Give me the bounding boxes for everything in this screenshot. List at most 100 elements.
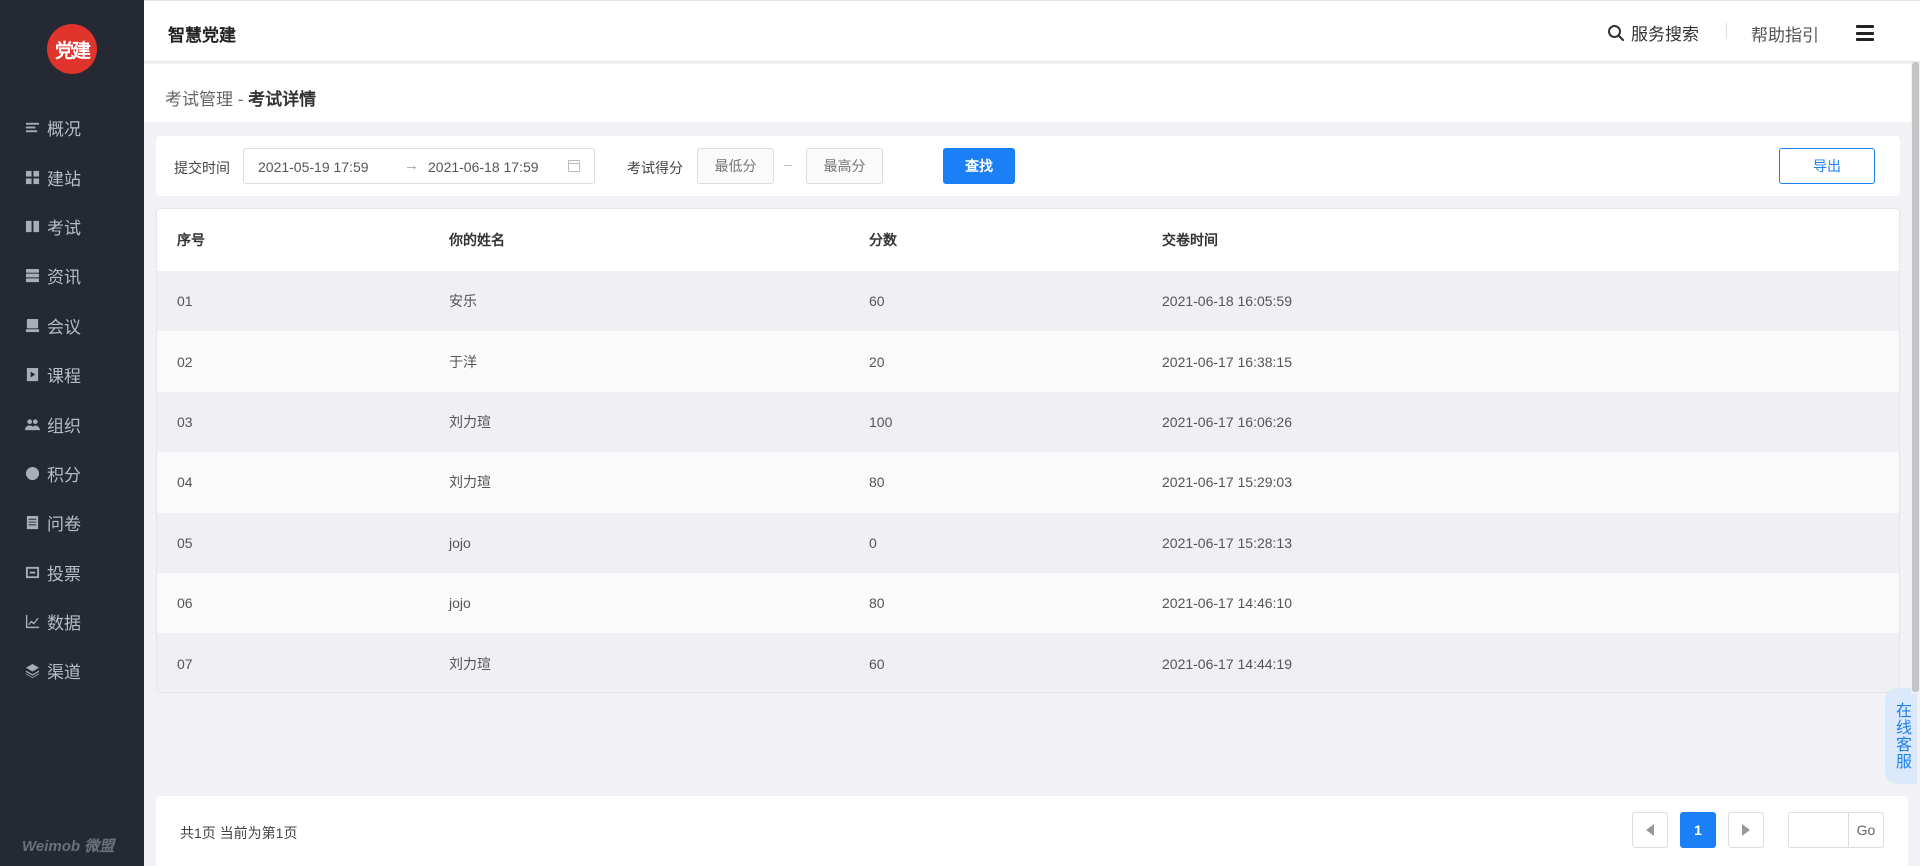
table-row: 03 刘力瑄 100 2021-06-17 16:06:26 [157,391,1899,453]
page-scrollbar[interactable] [1911,62,1920,694]
max-score-input[interactable] [806,148,883,184]
export-button[interactable]: 导出 [1779,148,1875,184]
play-icon [26,368,39,382]
cell-submit-time: 2021-06-18 16:05:59 [1162,293,1292,310]
date-end[interactable]: 2021-06-18 17:59 [428,159,539,175]
people-icon [25,418,40,430]
prev-page-button[interactable] [1632,812,1668,848]
sidebar-item-meeting[interactable]: 会议 [0,301,144,350]
sidebar-item-label: 问卷 [47,515,81,535]
sidebar-item-course[interactable]: 课程 [0,350,144,399]
layers-icon [25,664,40,679]
sidebar-item-data[interactable]: 数据 [0,597,144,646]
menu-icon[interactable] [1856,25,1874,41]
service-search-label: 服务搜索 [1631,25,1699,44]
sidebar-item-exam[interactable]: 考试 [0,202,144,251]
sidebar-item-label: 渠道 [47,663,81,683]
help-guide-link[interactable]: 帮助指引 [1751,21,1819,46]
breadcrumb-separator: - [233,90,249,109]
page-button-current[interactable]: 1 [1680,812,1716,848]
min-score-input[interactable] [697,148,774,184]
party-logo[interactable]: 党建 [47,24,97,74]
table-row: 02 于洋 20 2021-06-17 16:38:15 [157,331,1899,392]
cell-submit-time: 2021-06-17 15:29:03 [1162,474,1292,491]
scrollbar-thumb[interactable] [1912,62,1919,692]
goto-page-input[interactable] [1789,813,1849,847]
chart-icon [25,615,40,629]
coin-icon [25,466,40,480]
app-title: 智慧党建 [168,26,236,45]
submit-time-label: 提交时间 [174,160,230,176]
col-header-score: 分数 [869,232,897,248]
sidebar-item-label: 组织 [47,416,81,436]
online-service-tab[interactable]: 在线客服 [1885,688,1917,784]
cell-index: 02 [177,353,193,370]
cell-score: 100 [869,413,893,430]
sidebar-item-org[interactable]: 组织 [0,399,144,448]
table-row: 01 安乐 60 2021-06-18 16:05:59 [157,271,1899,332]
goto-page: Go [1788,812,1884,848]
cell-submit-time: 2021-06-17 14:44:19 [1162,655,1292,672]
col-header-submit-time: 交卷时间 [1162,232,1218,248]
sidebar-item-overview[interactable]: 概况 [0,103,144,152]
exam-score-label: 考试得分 [627,160,683,176]
cell-index: 07 [177,655,193,672]
sidebar-item-label: 资讯 [47,268,81,288]
cell-score: 80 [869,595,885,612]
cell-name: jojo [449,595,471,612]
col-header-name: 你的姓名 [449,232,505,248]
sidebar-item-label: 积分 [47,465,81,485]
cell-name: 刘力瑄 [449,413,491,430]
news-icon [25,269,40,283]
cell-score: 60 [869,293,885,310]
sidebar-item-vote[interactable]: 投票 [0,548,144,597]
cell-index: 03 [177,413,193,430]
cell-name: 刘力瑄 [449,474,491,491]
cell-index: 01 [177,293,193,310]
sidebar-item-label: 会议 [47,317,81,337]
sidebar-item-label: 建站 [47,169,81,189]
cell-index: 05 [177,534,193,551]
vote-icon [25,566,40,578]
range-dash: – [784,156,792,172]
list-icon [25,123,40,133]
sidebar-item-news[interactable]: 资讯 [0,251,144,300]
table-body: 01 安乐 60 2021-06-18 16:05:59 02 于洋 20 20… [157,271,1899,692]
cell-name: 安乐 [449,293,477,310]
brand-logo: Weimob 微盟 [22,838,115,855]
page-info: 共1页 当前为第1页 [180,825,298,841]
table-header: 序号 你的姓名 分数 交卷时间 [157,209,1899,271]
cell-submit-time: 2021-06-17 16:06:26 [1162,413,1292,430]
sidebar-item-label: 概况 [47,120,81,140]
pagination: 共1页 当前为第1页 1 Go [156,796,1908,866]
calendar-icon [568,160,580,172]
next-page-button[interactable] [1728,812,1764,848]
breadcrumb-parent[interactable]: 考试管理 [165,90,233,109]
results-table: 序号 你的姓名 分数 交卷时间 01 安乐 60 2021-06-18 16:0… [156,208,1900,693]
book-icon [25,220,40,233]
cell-submit-time: 2021-06-17 14:46:10 [1162,595,1292,612]
filter-bar: 提交时间 2021-05-19 17:59 → 2021-06-18 17:59… [156,136,1900,196]
go-button[interactable]: Go [1849,813,1883,847]
cell-submit-time: 2021-06-17 15:28:13 [1162,534,1292,551]
cell-score: 80 [869,474,885,491]
caret-right-icon [1742,824,1750,836]
arrow-right-icon: → [404,157,419,174]
cell-name: 于洋 [449,353,477,370]
top-bar: 智慧党建 服务搜索 帮助指引 [144,0,1920,62]
caret-left-icon [1646,824,1654,836]
search-button[interactable]: 查找 [943,148,1015,184]
date-range-picker[interactable]: 2021-05-19 17:59 → 2021-06-18 17:59 [243,148,595,184]
date-start[interactable]: 2021-05-19 17:59 [258,159,369,175]
sidebar-item-site[interactable]: 建站 [0,152,144,201]
sidebar-item-label: 数据 [47,614,81,634]
sidebar-item-points[interactable]: 积分 [0,449,144,498]
sidebar-item-label: 考试 [47,218,81,238]
sidebar-item-channel[interactable]: 渠道 [0,646,144,695]
breadcrumb: 考试管理 - 考试详情 [165,85,316,110]
sidebar-item-survey[interactable]: 问卷 [0,498,144,547]
sidebar-item-label: 课程 [47,367,81,387]
cell-score: 0 [869,534,877,551]
service-search-button[interactable]: 服务搜索 [1607,20,1699,45]
cell-submit-time: 2021-06-17 16:38:15 [1162,353,1292,370]
